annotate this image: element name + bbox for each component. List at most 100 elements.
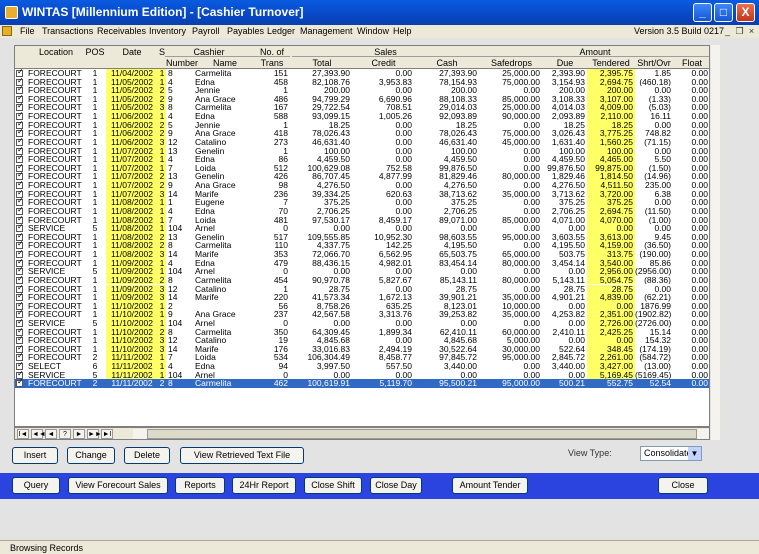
view-type-select[interactable]: Consolidated ▼ (640, 446, 702, 461)
header-total[interactable]: Total (292, 58, 352, 68)
table-row[interactable]: FORECOURT 1 11/10/2002314 Marife 176 33,016.8… (15, 344, 709, 354)
table-row[interactable]: SELECT 6 11/11/200214 Edna 94 3,997.50 557.50 3… (15, 361, 709, 371)
scrollbar-thumb[interactable] (147, 429, 697, 439)
menu-inventory[interactable]: Inventory (149, 26, 186, 36)
header-name[interactable]: Name (195, 58, 255, 68)
header-location[interactable]: Location (27, 47, 85, 57)
cell-safedrops: 5,000.00 (506, 336, 540, 345)
menu-help[interactable]: Help (393, 26, 412, 36)
prev-page-button[interactable]: ◄◄ (31, 429, 46, 439)
row-checkbox[interactable] (16, 378, 24, 388)
query-button[interactable]: Query (12, 477, 60, 494)
table-row[interactable]: FORECOURT111/07/200217Loida512100,629.08… (15, 163, 709, 173)
view-forecourt-sales-button[interactable]: View Forecourt Sales (68, 477, 168, 494)
table-row[interactable]: FORECOURT 2 11/11/200217 Loida 534 106,304.49… (15, 352, 709, 363)
prev-record-button[interactable]: ◄ (45, 429, 57, 439)
header-tendered[interactable]: Tendered (587, 58, 635, 68)
menu-management[interactable]: Management (300, 26, 353, 36)
close-shift-button[interactable]: Close Shift (304, 477, 362, 494)
last-record-button[interactable]: ►I (101, 429, 113, 439)
table-row[interactable]: SERVICE511/08/20021104Arnel00.000.000.00… (15, 223, 709, 233)
vertical-scrollbar[interactable] (711, 45, 720, 440)
table-row[interactable]: FORECOURT 1 11/09/2002314 Marife 220 41,573.3… (15, 292, 709, 302)
menu-transactions[interactable]: Transactions (42, 26, 93, 36)
mdi-restore-button[interactable]: ❐ (734, 25, 745, 37)
next-page-button[interactable]: ►► (87, 429, 102, 439)
header-date[interactable]: Date (106, 47, 158, 57)
table-row[interactable]: FORECOURT 1 11/08/2002213 Genelin 517 109,555… (15, 232, 709, 242)
table-row[interactable]: FORECOURT 1 11/06/200229 Ana Grace 418 78,026… (15, 128, 709, 138)
table-row[interactable]: FORECOURT111/07/200214Edna864,459.500.00… (15, 154, 709, 164)
header-credit[interactable]: Credit (352, 58, 415, 68)
table-row[interactable]: SERVICE 5 11/10/20021104 Arnel 0 0.00 0.00 0.00… (15, 318, 709, 328)
cell-cash: 62,410.11 (439, 327, 477, 337)
close-day-button[interactable]: Close Day (370, 477, 422, 494)
cell-date: 11/08/2002 (106, 232, 158, 242)
table-row[interactable]: FORECOURT 1 11/06/2002312 Catalino 273 46,631… (15, 137, 709, 147)
cell-cashier-name: Loida (195, 163, 216, 173)
table-row[interactable]: FORECOURT111/04/200218Carmelita15127,393… (15, 68, 709, 78)
table-row[interactable]: FORECOURT 1 11/06/200225 Jennie 1 18.25 0.00 18… (15, 120, 709, 130)
table-row[interactable]: FORECOURT 1 11/05/200238 Carmelita 167 29,722… (15, 102, 709, 113)
next-record-button[interactable]: ► (73, 429, 85, 439)
table-row[interactable]: FORECOURT111/10/200212568,758.26635.258,… (15, 301, 709, 311)
table-row[interactable]: FORECOURT111/05/200214Edna45882,108.763,… (15, 77, 709, 87)
mdi-minimize-button[interactable]: _ (722, 25, 733, 37)
table-row[interactable]: FORECOURT111/08/200214Edna702,706.250.00… (15, 206, 709, 216)
table-row[interactable]: FORECOURT 1 11/08/2002314 Marife 353 72,066.7… (15, 249, 709, 259)
cell-cash: 200.00 (451, 86, 477, 95)
horizontal-scrollbar[interactable] (133, 429, 709, 439)
minimize-button[interactable]: _ (693, 3, 712, 22)
table-row[interactable]: FORECOURT111/08/200217Loida48197,530.178… (15, 215, 709, 225)
header-due[interactable]: Due (543, 58, 587, 68)
table-row[interactable]: FORECOURT 1 11/08/200228 Carmelita 110 4,337.… (15, 240, 709, 250)
table-row[interactable]: FORECOURT111/07/2002113Genelin1100.000.0… (15, 146, 709, 156)
header-shrt-ovr[interactable]: Shrt/Ovr (635, 58, 673, 68)
table-row[interactable]: FORECOURT111/09/200214Edna47988,436.154,… (15, 258, 709, 268)
table-row[interactable]: FORECOURT111/06/200214Edna58893,099.151,… (15, 111, 709, 121)
chevron-down-icon[interactable]: ▼ (688, 447, 701, 460)
menu-file[interactable]: File (20, 26, 35, 36)
close-button[interactable]: Close (658, 477, 708, 494)
24hr-report-button[interactable]: 24Hr Report (232, 477, 296, 494)
maximize-button[interactable]: □ (714, 3, 733, 22)
insert-button[interactable]: Insert (12, 447, 58, 464)
table-row[interactable]: FORECOURT211/11/200228Carmelita462100,61… (15, 378, 709, 388)
first-record-button[interactable]: I◄ (17, 429, 29, 439)
table-row[interactable]: FORECOURT 1 11/07/2002314 Marife 236 39,334.2… (15, 189, 709, 199)
cell-date: 11/11/2002 (106, 362, 158, 371)
header-safedrops[interactable]: Safedrops (480, 58, 543, 68)
cell-pos: 1 (92, 77, 98, 87)
menu-receivables[interactable]: Receivables (97, 26, 146, 36)
amount-tender-button[interactable]: Amount Tender (452, 477, 528, 494)
close-window-button[interactable]: X (736, 3, 755, 22)
table-row[interactable]: FORECOURT 1 11/07/2002213 Genelin 426 86,707.… (15, 171, 709, 182)
table-row[interactable]: FORECOURT 1 11/05/200229 Ana Grace 486 94,799… (15, 94, 709, 104)
reports-button[interactable]: Reports (175, 477, 225, 494)
table-row[interactable]: FORECOURT 1 11/05/200225 Jennie 1 200.00 0.00 2… (15, 85, 709, 95)
table-row[interactable]: FORECOURT 1 11/10/2002312 Catalino 19 4,845.6… (15, 335, 709, 345)
cell-float: 0.00 (691, 155, 708, 164)
help-button[interactable]: ? (59, 429, 71, 439)
table-row[interactable]: FORECOURT111/08/200211Eugene7375.250.003… (15, 197, 709, 207)
delete-button[interactable]: Delete (124, 447, 170, 464)
header-pos[interactable]: POS (85, 47, 105, 57)
view-retrieved-text-file-button[interactable]: View Retrieved Text File (180, 447, 304, 464)
header-float[interactable]: Float (673, 58, 709, 68)
header-trans[interactable]: Trans (255, 58, 289, 68)
table-row[interactable]: FORECOURT111/10/200219Ana Grace23742,567… (15, 309, 709, 319)
menu-payables[interactable]: Payables (227, 26, 264, 36)
mdi-close-button[interactable]: × (746, 25, 757, 37)
table-row[interactable]: FORECOURT 1 11/09/200228 Carmelita 454 90,970… (15, 275, 709, 285)
table-row[interactable]: FORECOURT 1 11/07/200229 Ana Grace 98 4,276.5… (15, 180, 709, 190)
header-cash[interactable]: Cash (415, 58, 479, 68)
table-row[interactable]: FORECOURT 1 11/09/2002312 Catalino 1 28.75 0.0… (15, 284, 709, 294)
menu-window[interactable]: Window (357, 26, 389, 36)
header-number[interactable]: Number (166, 58, 198, 68)
menu-ledger[interactable]: Ledger (267, 26, 295, 36)
menu-payroll[interactable]: Payroll (192, 26, 220, 36)
table-row[interactable]: FORECOURT 1 11/10/200228 Carmelita 350 64,309… (15, 327, 709, 337)
table-row[interactable]: SERVICE 5 11/09/20021104 Arnel 0 0.00 0.00 0.00… (15, 266, 709, 276)
table-row[interactable]: SERVICE 5 11/11/20021104 Arnel 0 0.00 0.00 0.00… (15, 370, 709, 380)
change-button[interactable]: Change (67, 447, 115, 464)
